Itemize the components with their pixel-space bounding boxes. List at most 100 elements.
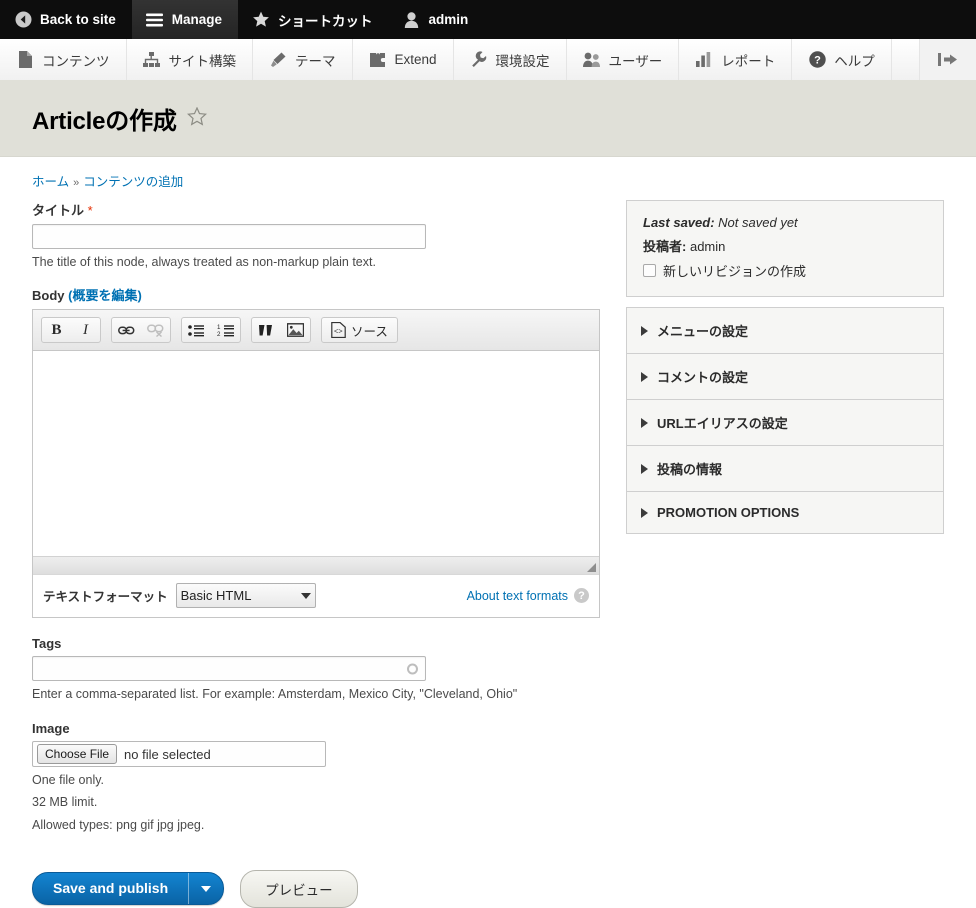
caret-down-icon — [201, 885, 212, 892]
resize-grip-icon[interactable] — [587, 563, 596, 573]
sidebar-section-promotion-options[interactable]: PROMOTION OPTIONS — [627, 492, 943, 534]
star-outline-icon[interactable] — [186, 105, 207, 133]
new-revision-checkbox[interactable] — [643, 264, 656, 277]
image-icon[interactable] — [281, 318, 310, 342]
text-format-row: テキストフォーマット Basic HTML About text formats… — [33, 574, 599, 618]
sidebar-section-label: 投稿の情報 — [657, 462, 723, 477]
sidebar-section-label: メニューの設定 — [657, 324, 749, 339]
menu-item-configuration[interactable]: 環境設定 — [454, 39, 567, 80]
quote-icon[interactable] — [252, 318, 281, 342]
text-format-value: Basic HTML — [180, 588, 252, 604]
svg-text:<>: <> — [334, 329, 343, 337]
toolbar-tab-user[interactable]: admin — [389, 0, 485, 39]
text-format-select[interactable]: Basic HTML — [175, 583, 316, 609]
menu-item-people[interactable]: ユーザー — [567, 39, 680, 80]
toolbar-tab-label: admin — [428, 12, 469, 27]
sidebar-section-menu-settings[interactable]: メニューの設定 — [627, 308, 943, 354]
collapse-tray-icon[interactable] — [920, 39, 976, 80]
triangle-right-icon — [641, 325, 648, 336]
menu-spacer — [892, 39, 920, 80]
menu-item-appearance[interactable]: テーマ — [253, 39, 353, 80]
triangle-right-icon — [641, 371, 648, 382]
back-arrow-icon — [14, 11, 32, 29]
breadcrumb-link-home[interactable]: ホーム — [32, 175, 69, 189]
title-form-item: タイトル * The title of this node, always tr… — [32, 200, 600, 271]
menu-item-content[interactable]: コンテンツ — [0, 39, 127, 80]
image-file-input[interactable]: Choose File no file selected — [32, 741, 326, 768]
editor-group-links — [111, 317, 171, 344]
toolbar-tab-manage[interactable]: Manage — [131, 0, 239, 39]
image-description-1: One file only. — [32, 773, 105, 788]
menu-item-reports[interactable]: レポート — [679, 39, 793, 80]
preview-button[interactable]: プレビュー — [240, 869, 358, 908]
image-description-2: 32 MB limit. — [32, 795, 98, 810]
star-icon — [252, 11, 270, 29]
new-revision-row[interactable]: 新しいリビジョンの作成 — [643, 261, 927, 280]
puzzle-icon — [369, 51, 387, 69]
title-input[interactable] — [32, 224, 426, 249]
image-description-3: Allowed types: png gif jpg jpeg. — [32, 817, 205, 832]
toolbar-tab-label: ショートカット — [278, 13, 373, 29]
autocomplete-throbber-icon — [407, 663, 418, 675]
body-form-item: Body (概要を編集) B I 1 2 <> ソース テキストフォーマット B… — [32, 285, 600, 619]
edit-summary-link[interactable]: (概要を編集) — [68, 288, 142, 303]
unlink-icon — [141, 318, 170, 342]
author-row: 投稿者: admin — [643, 236, 927, 255]
required-marker: * — [87, 203, 93, 218]
user-icon — [403, 11, 421, 29]
about-text-formats-link[interactable]: About text formats — [467, 589, 568, 603]
body-editable-area[interactable] — [33, 351, 599, 557]
form-actions: Save and publish プレビュー — [0, 848, 976, 908]
toolbar-tab-back-to-site[interactable]: Back to site — [0, 0, 132, 39]
triangle-right-icon — [641, 417, 648, 428]
author-value: admin — [689, 239, 726, 254]
admin-menu-bar: コンテンツ サイト構築 テーマ Extend 環境設定 ユーザー レポート ? … — [0, 39, 976, 83]
tags-input[interactable] — [32, 656, 426, 682]
bulleted-list-icon[interactable] — [182, 318, 211, 342]
new-revision-label: 新しいリビジョンの作成 — [663, 264, 807, 279]
page-title-text: Articleの作成 — [32, 108, 177, 135]
triangle-right-icon — [641, 507, 648, 518]
breadcrumb: ホーム » コンテンツの追加 — [0, 157, 976, 200]
page-title-bar: Articleの作成 — [0, 83, 976, 157]
menu-item-extend[interactable]: Extend — [353, 39, 454, 80]
svg-text:?: ? — [814, 55, 821, 67]
choose-file-button[interactable]: Choose File — [37, 744, 118, 765]
toolbar-tab-label: Manage — [171, 12, 223, 27]
menu-item-label: テーマ — [295, 53, 336, 69]
menu-item-help[interactable]: ? ヘルプ — [792, 39, 892, 80]
bold-icon[interactable]: B — [42, 318, 71, 342]
save-dropdown-toggle[interactable] — [188, 873, 223, 905]
help-icon[interactable]: ? — [574, 588, 589, 604]
breadcrumb-link-current[interactable]: コンテンツの追加 — [83, 175, 183, 189]
sidebar-section-authoring-information[interactable]: 投稿の情報 — [627, 446, 943, 492]
people-icon — [582, 51, 601, 69]
wrench-icon — [470, 51, 488, 69]
menu-item-structure[interactable]: サイト構築 — [127, 39, 253, 80]
sidebar-section-url-alias[interactable]: URLエイリアスの設定 — [627, 400, 943, 446]
sidebar-section-comment-settings[interactable]: コメントの設定 — [627, 354, 943, 400]
breadcrumb-separator: » — [73, 177, 80, 189]
source-code-icon[interactable]: <> ソース — [322, 318, 397, 342]
body-label: Body (概要を編集) — [32, 285, 600, 304]
file-status-text: no file selected — [124, 746, 211, 762]
admin-toolbar: Back to site Manage ショートカット admin — [0, 0, 976, 39]
editor-group-insert — [251, 317, 311, 344]
toolbar-tab-shortcuts[interactable]: ショートカット — [238, 0, 389, 39]
text-format-label: テキストフォーマット — [43, 590, 168, 605]
tags-label: Tags — [32, 636, 62, 652]
sidebar-section-label: コメントの設定 — [657, 370, 749, 385]
italic-icon[interactable]: I — [71, 318, 100, 342]
link-icon[interactable] — [112, 318, 141, 342]
hamburger-icon — [146, 11, 164, 29]
numbered-list-icon[interactable]: 12 — [211, 318, 240, 342]
tags-form-item: Tags Enter a comma-separated list. For e… — [32, 636, 600, 703]
editor-group-lists: 12 — [181, 317, 241, 344]
toolbar-tab-label: Back to site — [40, 12, 116, 27]
save-and-publish-button[interactable]: Save and publish — [32, 872, 225, 906]
question-mark-icon: ? — [808, 51, 826, 69]
last-saved-value: Not saved yet — [718, 215, 798, 230]
about-text-formats-group: About text formats ? — [467, 588, 589, 604]
title-description: The title of this node, always treated a… — [32, 255, 376, 269]
sidebar-column: Last saved: Not saved yet 投稿者: admin 新しい… — [626, 200, 944, 534]
